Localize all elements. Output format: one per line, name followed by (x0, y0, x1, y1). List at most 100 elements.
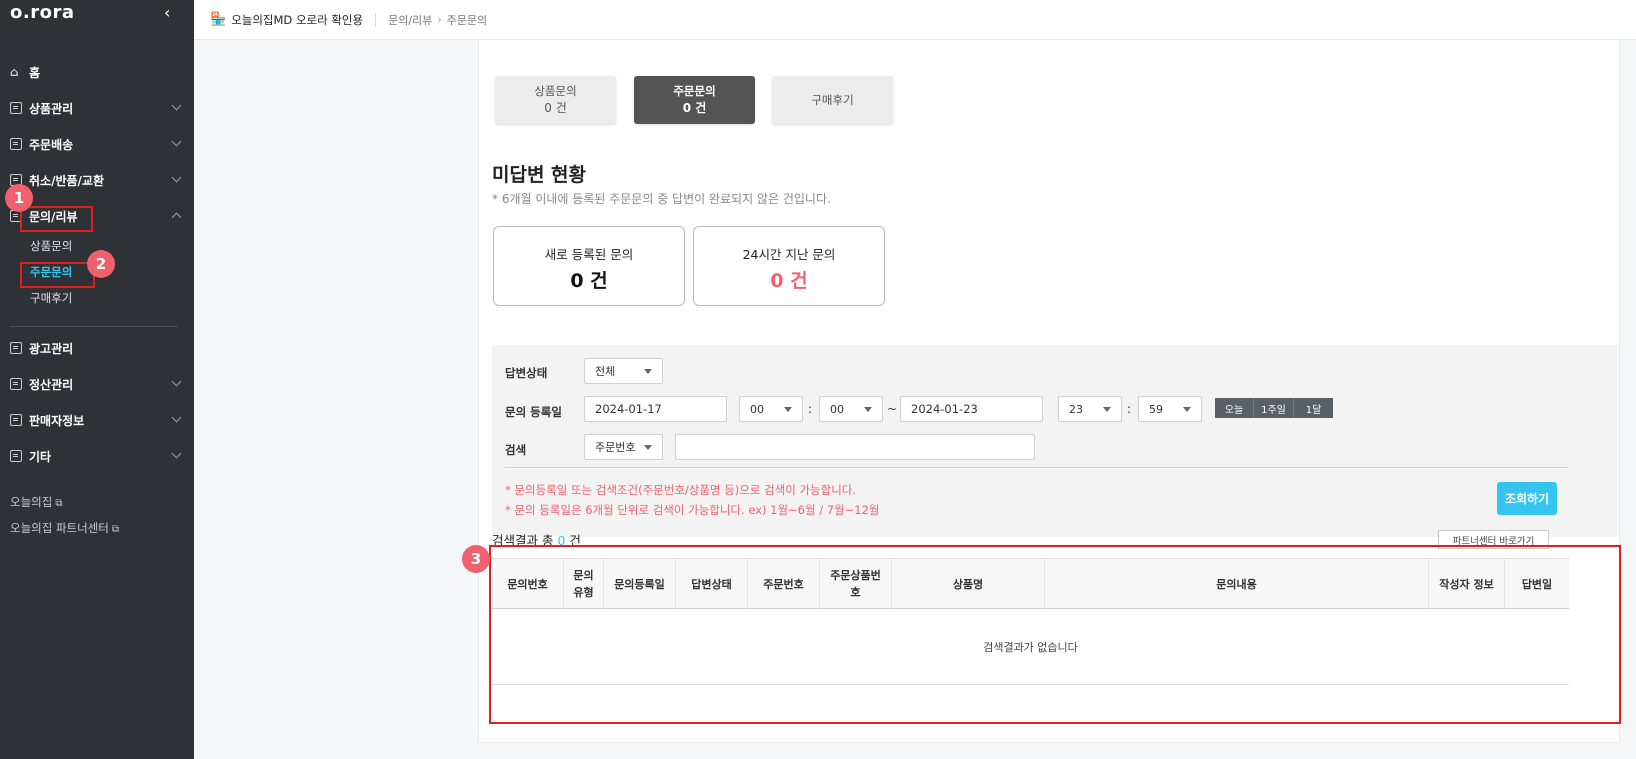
caret-down-icon (864, 407, 872, 412)
collapse-sidebar-icon[interactable]: ‹ (164, 3, 170, 22)
sidebar-item-label: 홈 (29, 65, 41, 80)
sidebar-item-ads[interactable]: 광고관리 (10, 336, 180, 360)
end-date-input[interactable]: 2024-01-23 (900, 396, 1043, 422)
tab-label: 구매후기 (811, 92, 854, 107)
caret-down-icon (1103, 407, 1111, 412)
link-ohouse[interactable]: 오늘의집 ⧉ (10, 494, 62, 510)
sidebar-item-settlement[interactable]: 정산관리 (10, 372, 182, 396)
highlight-box (489, 545, 1621, 724)
document-icon (10, 138, 22, 150)
sidebar-item-etc[interactable]: 기타 (10, 444, 182, 468)
date-label: 문의 등록일 (505, 405, 562, 419)
stat-card-new[interactable]: 새로 등록된 문의 0 건 (493, 226, 685, 306)
caret-down-icon (644, 369, 652, 374)
sidebar: o.rora ‹ ⌂ 홈 상품관리 주문배송 취소/반품/교환 문의/리뷰 상품… (0, 0, 194, 759)
select-value: 23 (1069, 402, 1083, 416)
answer-status-label: 답변상태 (505, 366, 548, 380)
store-icon: 🏪 (210, 12, 227, 27)
sidebar-item-label: 광고관리 (29, 341, 74, 356)
start-hour-select[interactable]: 00 (739, 396, 803, 422)
highlight-box (20, 262, 95, 288)
divider (375, 12, 377, 27)
search-type-select[interactable]: 주문번호 (584, 434, 663, 460)
logo[interactable]: o.rora (10, 2, 74, 23)
chevron-down-icon (171, 136, 182, 147)
stat-card-overdue[interactable]: 24시간 지난 문의 0 건 (693, 226, 885, 306)
sidebar-subitem-purchase-review[interactable]: 구매후기 (30, 290, 72, 306)
search-label: 검색 (505, 443, 527, 457)
breadcrumb-item: 주문문의 (446, 13, 488, 27)
quick-range-month[interactable]: 1달 (1294, 398, 1333, 418)
document-icon (10, 450, 22, 462)
chevron-up-icon (171, 212, 182, 223)
tab-order-inquiry[interactable]: 주문문의 0 건 (634, 76, 755, 124)
select-value: 00 (750, 402, 764, 416)
filter-panel: 답변상태 전체 문의 등록일 2024-01-17 00 : 00 ~ 2024… (492, 345, 1617, 537)
link-label: 오늘의집 (10, 495, 53, 509)
sidebar-item-label: 기타 (29, 449, 52, 464)
caret-down-icon (784, 407, 792, 412)
time-separator: : (1127, 402, 1132, 416)
highlight-box (20, 206, 93, 232)
date-range-separator: ~ (887, 402, 898, 416)
link-partner-center[interactable]: 오늘의집 파트너센터 ⧉ (10, 520, 119, 536)
caret-down-icon (1183, 407, 1191, 412)
quick-range-week[interactable]: 1주일 (1254, 398, 1294, 418)
chevron-down-icon (171, 100, 182, 111)
tab-count: 0 건 (544, 101, 567, 115)
stat-value: 0 건 (570, 270, 608, 292)
caret-down-icon (644, 445, 652, 450)
tab-label: 주문문의 (673, 84, 716, 98)
search-note: * 문의등록일 또는 검색조건(주문번호/상품명 등)으로 검색이 가능합니다. (505, 483, 857, 497)
select-value: 주문번호 (595, 441, 636, 454)
end-hour-select[interactable]: 23 (1058, 396, 1122, 422)
search-button[interactable]: 조회하기 (1497, 482, 1557, 515)
section-title: 미답변 현황 (492, 164, 587, 186)
answer-status-select[interactable]: 전체 (584, 358, 663, 384)
chevron-down-icon (171, 448, 182, 459)
chevron-down-icon (171, 172, 182, 183)
sidebar-item-label: 정산관리 (29, 377, 74, 392)
sidebar-item-seller-info[interactable]: 판매자정보 (10, 408, 182, 432)
tab-product-inquiry[interactable]: 상품문의 0 건 (495, 76, 616, 124)
chevron-down-icon (171, 376, 182, 387)
chevron-right-icon: › (437, 13, 442, 26)
select-value: 59 (1149, 402, 1163, 416)
step-badge: 2 (87, 250, 115, 278)
sidebar-divider (10, 326, 178, 327)
sidebar-item-home[interactable]: ⌂ 홈 (10, 60, 180, 84)
top-bar: 🏪 오늘의집MD 오로라 확인용 문의/리뷰 › 주문문의 (194, 0, 1636, 40)
stat-value: 0 건 (770, 270, 808, 292)
external-link-icon: ⧉ (55, 498, 63, 509)
document-icon (10, 378, 22, 390)
home-icon: ⌂ (10, 65, 19, 79)
quick-range-today[interactable]: 오늘 (1215, 398, 1254, 418)
sidebar-item-label: 판매자정보 (29, 413, 85, 428)
step-badge: 1 (5, 184, 33, 212)
start-date-input[interactable]: 2024-01-17 (584, 396, 727, 422)
tab-count: 0 건 (682, 101, 707, 115)
sidebar-item-label: 주문배송 (29, 137, 74, 152)
sidebar-item-products[interactable]: 상품관리 (10, 96, 182, 120)
sidebar-item-orders[interactable]: 주문배송 (10, 132, 182, 156)
tab-purchase-review[interactable]: 구매후기 (772, 76, 893, 124)
sidebar-item-label: 취소/반품/교환 (29, 173, 105, 188)
stat-label: 24시간 지난 문의 (742, 247, 836, 262)
time-separator: : (808, 402, 813, 416)
divider (505, 467, 1568, 468)
breadcrumb-item[interactable]: 문의/리뷰 (388, 12, 432, 28)
end-minute-select[interactable]: 59 (1138, 396, 1202, 422)
chevron-down-icon (171, 412, 182, 423)
search-input[interactable] (675, 434, 1035, 460)
stat-label: 새로 등록된 문의 (544, 247, 634, 262)
document-icon (10, 414, 22, 426)
sidebar-item-returns[interactable]: 취소/반품/교환 (10, 168, 182, 192)
start-minute-select[interactable]: 00 (819, 396, 883, 422)
step-badge: 3 (462, 545, 490, 573)
select-value: 00 (830, 402, 844, 416)
link-label: 오늘의집 파트너센터 (10, 521, 109, 535)
sidebar-subitem-product-inquiry[interactable]: 상품문의 (30, 238, 72, 254)
select-value: 전체 (595, 365, 616, 378)
document-icon (10, 342, 22, 354)
external-link-icon: ⧉ (111, 524, 120, 535)
